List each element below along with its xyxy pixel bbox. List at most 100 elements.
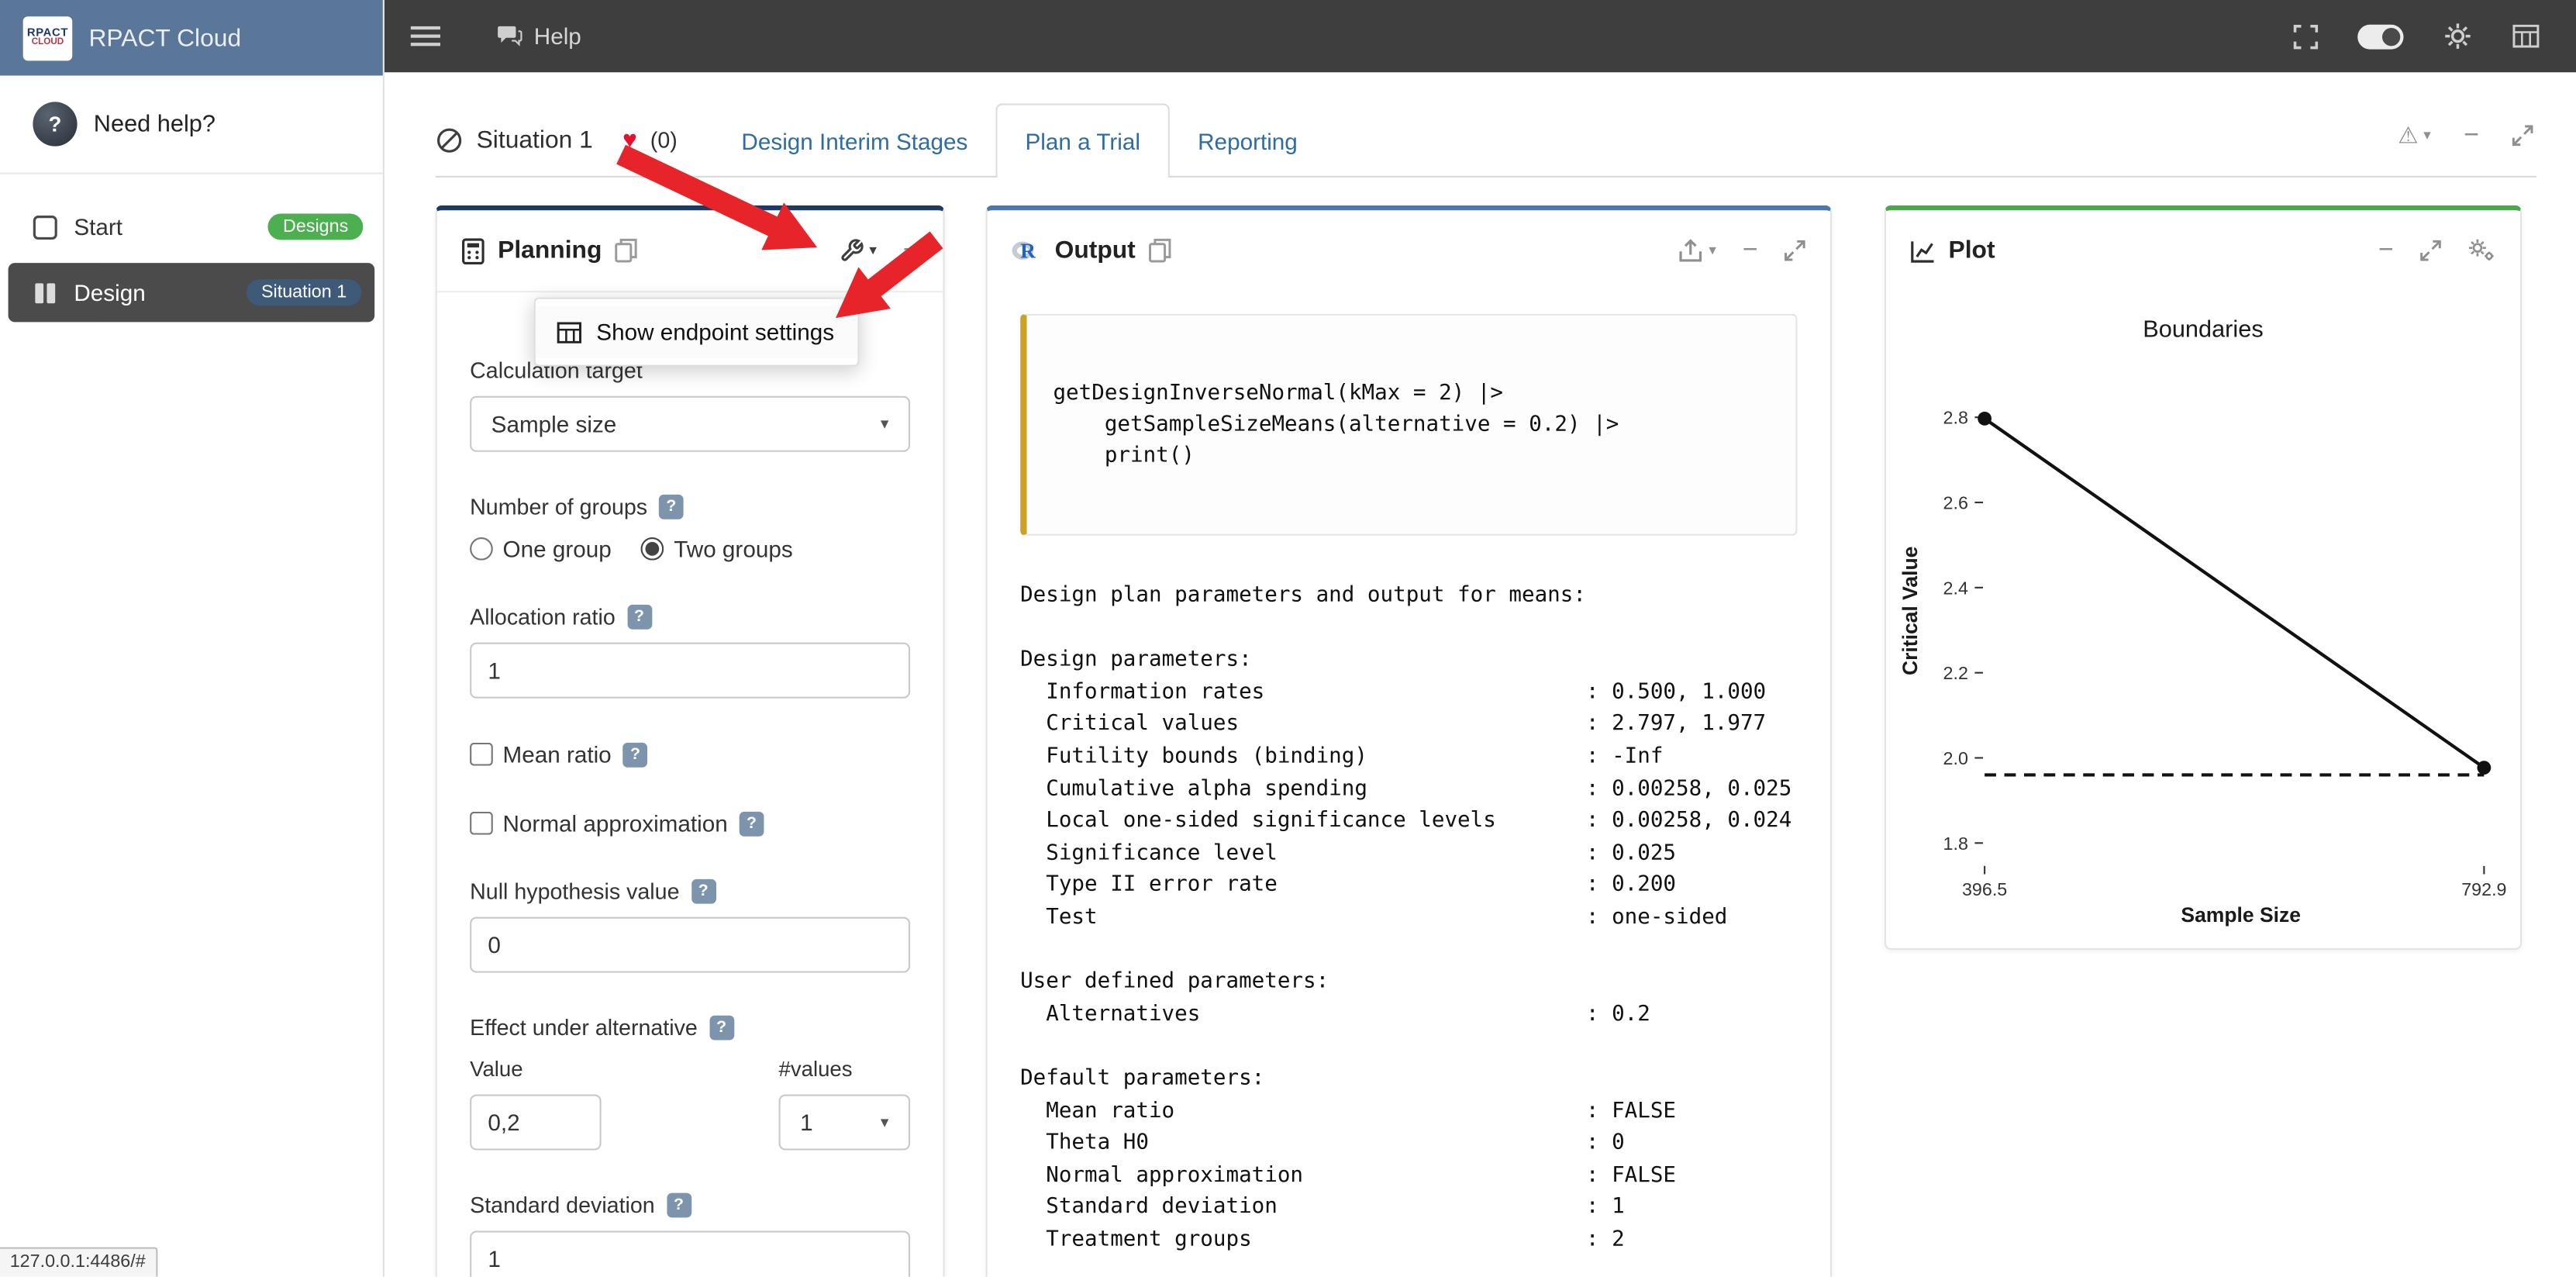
expand-icon[interactable] xyxy=(2512,125,2533,147)
brand-title: RPACT Cloud xyxy=(88,24,241,52)
topbar: Help xyxy=(0,0,2576,72)
sidebar-item-design[interactable]: Design Situation 1 xyxy=(9,263,375,322)
export-dropdown[interactable]: ▾ xyxy=(1678,238,1716,263)
help-badge-icon[interactable]: ? xyxy=(627,605,652,630)
settings-gear-icon[interactable] xyxy=(2443,22,2472,51)
allocation-ratio-input[interactable] xyxy=(470,643,910,699)
help-button[interactable]: Help xyxy=(496,23,581,50)
designs-badge: Designs xyxy=(268,214,363,240)
svg-text:2.8: 2.8 xyxy=(1943,408,1968,428)
svg-text:2.0: 2.0 xyxy=(1943,748,1968,768)
favorite-count: (0) xyxy=(650,128,678,153)
r-logo-icon: R xyxy=(1012,237,1041,264)
warnings-dropdown[interactable]: ⚠▾ xyxy=(2398,122,2431,150)
caret-down-icon: ▾ xyxy=(1709,242,1716,260)
label-text: Standard deviation xyxy=(470,1193,655,1218)
endpoint-settings-menu: Show endpoint settings xyxy=(534,298,860,367)
theme-toggle[interactable] xyxy=(2357,24,2403,49)
select-value: 1 xyxy=(800,1110,813,1136)
radio-two-groups[interactable]: Two groups xyxy=(641,536,793,562)
panel-title: Output xyxy=(1055,236,1136,264)
effect-under-alternative-label: Effect under alternative ? xyxy=(470,1016,910,1041)
radio-one-group[interactable]: One group xyxy=(470,536,612,562)
sidebar-item-label: Start xyxy=(74,214,122,240)
plot-settings-icon[interactable] xyxy=(2467,238,2495,263)
tab-label: Plan a Trial xyxy=(1026,128,1140,154)
tab-plan-a-trial[interactable]: Plan a Trial xyxy=(995,104,1170,178)
standard-deviation-input[interactable] xyxy=(470,1230,910,1276)
tab-label: Design Interim Stages xyxy=(741,127,967,154)
minimize-icon[interactable]: − xyxy=(903,237,919,264)
tab-design-interim-stages[interactable]: Design Interim Stages xyxy=(713,104,995,178)
caret-down-icon: ▾ xyxy=(881,1113,889,1131)
two-groups-radio[interactable] xyxy=(641,537,664,561)
need-help-button[interactable]: ? Need help? xyxy=(0,75,383,174)
groups-radio-group: One group Two groups xyxy=(470,536,910,562)
normal-approximation-checkbox[interactable] xyxy=(470,812,493,835)
svg-text:792.9: 792.9 xyxy=(2461,879,2506,899)
r-code-block[interactable]: getDesignInverseNormal(kMax = 2) |> getS… xyxy=(1020,314,1797,536)
calculator-icon xyxy=(462,237,485,264)
toggle-knob xyxy=(2382,27,2400,45)
help-badge-icon[interactable]: ? xyxy=(691,879,716,904)
chart-title: Boundaries xyxy=(1886,317,2520,343)
svg-text:2.2: 2.2 xyxy=(1943,663,1968,683)
effect-value-input[interactable] xyxy=(470,1094,602,1150)
minimize-icon[interactable]: − xyxy=(2378,237,2394,264)
normal-approximation-checkbox-label[interactable]: Normal approximation xyxy=(470,810,728,837)
warning-icon: ⚠ xyxy=(2398,122,2419,150)
status-url: 127.0.0.1:4486/# xyxy=(0,1248,157,1277)
label-text: Null hypothesis value xyxy=(470,879,679,904)
help-badge-icon[interactable]: ? xyxy=(709,1016,734,1041)
null-hypothesis-label: Null hypothesis value ? xyxy=(470,879,910,904)
tools-dropdown[interactable]: ▾ xyxy=(840,238,877,263)
situation-badge: Situation 1 xyxy=(247,279,361,305)
export-icon xyxy=(1678,238,1704,263)
chart-area: Boundaries Critical Value 1.82.02.22.42.… xyxy=(1886,291,2520,940)
show-endpoint-settings-item[interactable]: Show endpoint settings xyxy=(536,305,857,358)
ban-icon xyxy=(436,126,464,154)
copy-icon[interactable] xyxy=(1149,238,1172,263)
help-badge-icon[interactable]: ? xyxy=(740,811,764,836)
help-badge-icon[interactable]: ? xyxy=(623,742,648,767)
help-badge-icon[interactable]: ? xyxy=(667,1193,691,1218)
calculation-target-select[interactable]: Sample size ▾ xyxy=(470,396,910,452)
normal-approximation-row: Normal approximation ? xyxy=(470,810,910,837)
situation-header: Situation 1 ♥ (0) xyxy=(436,126,678,154)
sidebar-item-start[interactable]: Start Designs xyxy=(0,194,383,260)
tab-reporting[interactable]: Reporting xyxy=(1170,104,1326,178)
output-text: Design plan parameters and output for me… xyxy=(1020,580,1792,1256)
need-help-label: Need help? xyxy=(94,111,216,137)
mean-ratio-checkbox[interactable] xyxy=(470,743,493,766)
svg-text:2.4: 2.4 xyxy=(1943,578,1968,598)
value-label: Value xyxy=(470,1057,602,1082)
panel-title: Planning xyxy=(498,236,602,264)
sidebar: RPACTCLOUD RPACT Cloud ? Need help? Star… xyxy=(0,0,385,1277)
rpact-logo: RPACTCLOUD xyxy=(23,16,73,60)
null-hypothesis-input[interactable] xyxy=(470,917,910,973)
columns-icon xyxy=(33,280,57,305)
nvalues-select[interactable]: 1 ▾ xyxy=(779,1094,911,1150)
wrench-icon xyxy=(840,238,864,263)
expand-icon[interactable] xyxy=(2420,240,2442,261)
mean-ratio-checkbox-label[interactable]: Mean ratio xyxy=(470,741,612,768)
help-badge-icon[interactable]: ? xyxy=(659,495,684,519)
label-text: Mean ratio xyxy=(503,741,612,768)
one-group-radio[interactable] xyxy=(470,537,493,561)
hamburger-menu-icon[interactable] xyxy=(411,22,440,51)
sidebar-item-label: Design xyxy=(74,279,145,305)
minimize-icon[interactable]: − xyxy=(2464,123,2479,149)
tab-label: Reporting xyxy=(1198,127,1298,154)
question-icon: ? xyxy=(33,102,77,146)
standard-deviation-label: Standard deviation ? xyxy=(470,1193,910,1218)
sidebar-nav: Start Designs Design Situation 1 xyxy=(0,174,383,323)
favorite-heart-icon[interactable]: ♥ xyxy=(622,126,637,154)
table-icon xyxy=(557,321,581,343)
expand-icon[interactable] xyxy=(1785,240,1806,261)
radio-label: Two groups xyxy=(674,536,792,562)
radio-label: One group xyxy=(503,536,612,562)
copy-icon[interactable] xyxy=(615,238,638,263)
minimize-icon[interactable]: − xyxy=(1743,237,1758,264)
fullscreen-icon[interactable] xyxy=(2294,24,2319,49)
apps-table-icon[interactable] xyxy=(2512,25,2540,48)
